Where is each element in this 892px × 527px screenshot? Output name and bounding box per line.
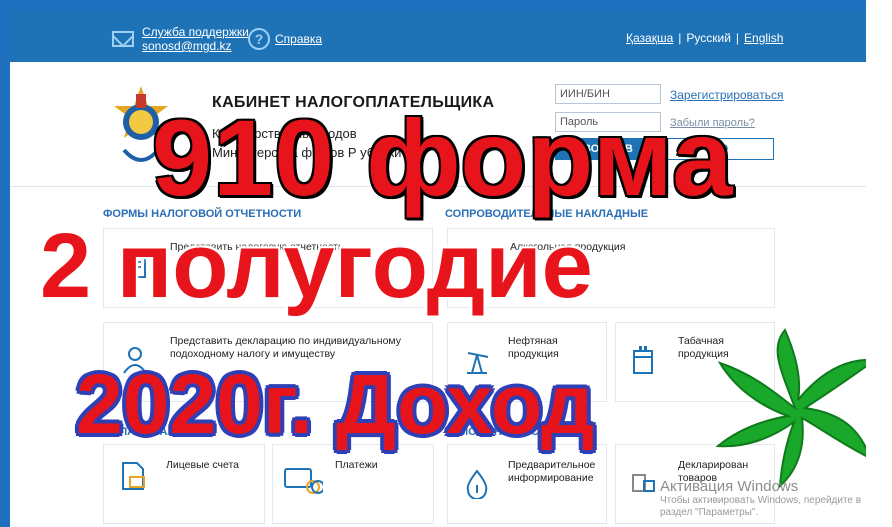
overlay-line-half-year: 2 полугодие <box>40 215 593 317</box>
info-drop-icon <box>466 469 488 499</box>
overlay-line-2020-income: 2020г. Доход <box>76 357 595 451</box>
frame-margin <box>866 0 892 527</box>
lang-russian[interactable]: Русский <box>686 31 731 45</box>
ledger-icon <box>122 462 145 490</box>
green-star-icon <box>715 328 866 488</box>
cigarette-pack-icon <box>633 346 653 374</box>
card-oil-label-line1: Нефтяная <box>508 335 558 347</box>
taxpayer-cabinet-page: Служба поддержки sonosd@mgd.kz ? Справка… <box>10 10 866 527</box>
payment-card-icon <box>284 468 323 494</box>
support-label[interactable]: Служба поддержки <box>142 25 249 39</box>
card-accounts-label: Лицевые счета <box>166 459 239 471</box>
watermark-line2: раздел "Параметры". <box>660 507 759 518</box>
mail-icon[interactable] <box>112 31 134 47</box>
card-payments[interactable]: Платежи <box>272 444 434 524</box>
language-switcher: Қазақша | Русский | English <box>626 31 784 45</box>
support-link[interactable]: Служба поддержки sonosd@mgd.kz <box>142 25 249 53</box>
watermark-line1: Чтобы активировать Windows, перейдите в <box>660 495 862 506</box>
card-prelim-label-line1: Предварительное <box>508 459 596 471</box>
card-accounts[interactable]: Лицевые счета <box>103 444 265 524</box>
goods-icon <box>632 474 655 492</box>
windows-activation-watermark: Активация Windows Чтобы активировать Win… <box>660 478 861 519</box>
help-icon[interactable]: ? <box>248 28 270 50</box>
card-prelim-label-line2: информирование <box>508 472 594 484</box>
watermark-title: Активация Windows <box>660 478 799 495</box>
support-email[interactable]: sonosd@mgd.kz <box>142 39 249 53</box>
card-declaration-label-line1: Представить декларацию по индивидуальном… <box>170 335 401 347</box>
overlay-line-910-form: 910 форма <box>152 97 734 218</box>
card-prelim-info[interactable]: Предварительное информирование <box>447 444 607 524</box>
top-bar: Служба поддержки sonosd@mgd.kz ? Справка… <box>10 10 866 62</box>
help-link[interactable]: Справка <box>275 32 322 46</box>
lang-english[interactable]: English <box>744 31 783 45</box>
card-payments-label: Платежи <box>335 459 378 471</box>
lang-kazakh[interactable]: Қазақша <box>626 31 673 45</box>
